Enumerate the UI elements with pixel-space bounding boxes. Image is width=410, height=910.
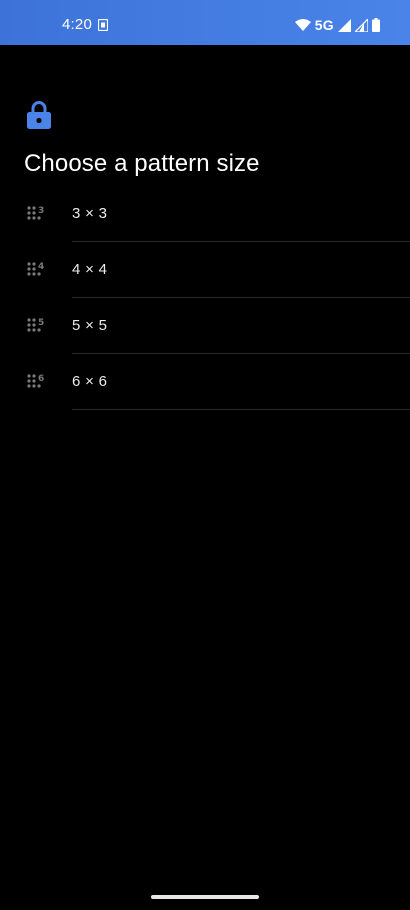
pattern-size-option-3x3[interactable]: 3 3 × 3 xyxy=(0,186,410,242)
status-icons: 5G xyxy=(294,17,380,33)
battery-icon xyxy=(372,18,380,32)
option-label: 3 × 3 xyxy=(72,205,108,222)
option-label: 5 × 5 xyxy=(72,317,108,334)
pattern-size-badge: 6 xyxy=(38,374,44,384)
pattern-size-badge: 3 xyxy=(38,206,44,216)
pattern-size-list: 3 3 × 3 4 4 × 4 5 5 × 5 6 6 × 6 xyxy=(0,186,410,410)
gesture-navigation-handle[interactable] xyxy=(151,895,259,899)
network-type-label: 5G xyxy=(314,17,334,33)
lock-icon xyxy=(27,101,51,129)
pattern-grid-icon: 6 xyxy=(27,374,44,388)
pattern-grid-icon: 4 xyxy=(27,262,44,276)
cellular-signal-icon xyxy=(338,18,351,32)
option-label: 4 × 4 xyxy=(72,261,108,278)
option-label: 6 × 6 xyxy=(72,373,108,390)
cellular-signal-icon xyxy=(355,18,368,32)
sim-card-icon xyxy=(98,19,108,31)
pattern-size-option-4x4[interactable]: 4 4 × 4 xyxy=(0,242,410,298)
status-bar: 4:20 5G xyxy=(0,0,410,45)
pattern-grid-icon: 5 xyxy=(27,318,44,332)
pattern-size-option-6x6[interactable]: 6 6 × 6 xyxy=(0,354,410,410)
page-title: Choose a pattern size xyxy=(24,150,260,177)
pattern-grid-icon: 3 xyxy=(27,206,44,220)
pattern-size-option-5x5[interactable]: 5 5 × 5 xyxy=(0,298,410,354)
wifi-icon xyxy=(294,19,311,31)
status-time: 4:20 xyxy=(62,16,92,33)
pattern-size-badge: 4 xyxy=(38,262,44,272)
pattern-size-badge: 5 xyxy=(38,318,44,328)
